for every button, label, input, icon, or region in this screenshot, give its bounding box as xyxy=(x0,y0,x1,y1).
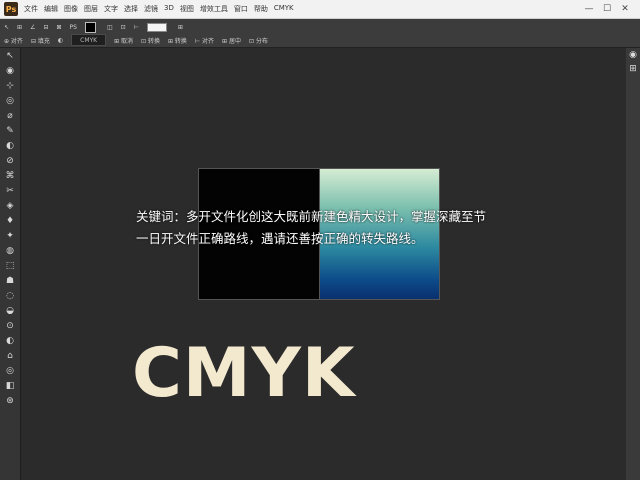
option-cancel[interactable]: ⊞ 取消 xyxy=(114,36,133,45)
caption-line-2: 一日开文件正确路线，遇请还善按正确的转失路线。 xyxy=(136,231,424,246)
tool-icon-8[interactable]: ⌘ xyxy=(0,168,20,183)
tool-icon-15[interactable]: ☗ xyxy=(0,273,20,288)
tool-icon-2[interactable]: ⊹ xyxy=(0,78,20,93)
tool-icon-20[interactable]: ⌂ xyxy=(0,348,20,363)
tool-icon-13[interactable]: ◍ xyxy=(0,243,20,258)
menu-item-12[interactable]: CMYK xyxy=(274,4,294,14)
menu-item-0[interactable]: 文件 xyxy=(24,4,38,14)
option-align-2[interactable]: ⊢ 对齐 xyxy=(195,36,214,45)
menu-item-6[interactable]: 滤镜 xyxy=(144,4,158,14)
menu-item-10[interactable]: 窗口 xyxy=(234,4,248,14)
contrast-icon[interactable]: ◐ xyxy=(58,37,63,44)
option-convert-2[interactable]: ⊞ 转换 xyxy=(168,36,187,45)
option-distribute[interactable]: ⊡ 分布 xyxy=(249,36,268,45)
menu-item-11[interactable]: 帮助 xyxy=(254,4,268,14)
option-convert[interactable]: ⊡ 转换 xyxy=(141,36,160,45)
angle-icon[interactable]: ∠ xyxy=(30,24,35,31)
layers-panel-icon[interactable]: ⊞ xyxy=(626,62,640,76)
tool-icon-19[interactable]: ◐ xyxy=(0,333,20,348)
tool-icon-9[interactable]: ✂ xyxy=(0,183,20,198)
options-row-bottom: ⊕ 对齐 ⊟ 填充 ◐ CMYK ⊞ 取消 ⊡ 转换 ⊞ 转换 ⊢ 对齐 ⊞ 居… xyxy=(4,34,276,46)
tool-icon-11[interactable]: ♦ xyxy=(0,213,20,228)
close-button[interactable]: ✕ xyxy=(616,4,634,14)
menu-item-9[interactable]: 增效工具 xyxy=(200,4,228,14)
document-tab[interactable]: CMYK xyxy=(71,34,107,46)
tool-icon-18[interactable]: ⊙ xyxy=(0,318,20,333)
tool-icon-5[interactable]: ✎ xyxy=(0,123,20,138)
menu-item-8[interactable]: 视图 xyxy=(180,4,194,14)
tool-icon-17[interactable]: ◒ xyxy=(0,303,20,318)
menu-item-1[interactable]: 编辑 xyxy=(44,4,58,14)
option-center[interactable]: ⊞ 居中 xyxy=(222,36,241,45)
menu-item-5[interactable]: 选择 xyxy=(124,4,138,14)
tools-panel: ↖ ◉ ⊹ ◎ ⌀ ✎ ◐ ⊘ ⌘ ✂ ◈ ♦ ✦ ◍ ⬚ ☗ ◌ ◒ ⊙ ◐ ⌂ ◎ ◧ ⊛ xyxy=(0,48,21,480)
tool-icon-1[interactable]: ◉ xyxy=(0,63,20,78)
options-bar: ↖ ⊞ ∠ ⊟ ⊠ PS ◫ ⊡ ⊢ ⊞ ⊕ 对齐 ⊟ 填充 ◐ CMYK ⊞ … xyxy=(0,19,640,48)
fill-color-control[interactable] xyxy=(84,21,99,33)
white-swatch[interactable] xyxy=(146,22,167,32)
menu-item-7[interactable]: 3D xyxy=(164,4,174,14)
caption-text: 关键词：多开文件化创这大既前新建色精大设计，掌握深藏至节 一日开文件正确路线，遇… xyxy=(136,206,536,250)
minimize-button[interactable]: — xyxy=(580,4,598,14)
tool-icon-3[interactable]: ◎ xyxy=(0,93,20,108)
cmyk-heading: CMYK xyxy=(132,334,356,413)
app-logo-icon: Ps xyxy=(4,2,18,16)
artboard-icon[interactable]: ⊞ xyxy=(17,24,22,31)
layer-option-icon[interactable]: ⊟ xyxy=(43,24,48,31)
grid-icon[interactable]: ⊞ xyxy=(178,24,183,31)
tool-icon-12[interactable]: ✦ xyxy=(0,228,20,243)
options-row-top: ↖ ⊞ ∠ ⊟ ⊠ PS ◫ ⊡ ⊢ ⊞ xyxy=(4,21,191,33)
option-fill[interactable]: ⊟ 填充 xyxy=(31,36,50,45)
menu-item-3[interactable]: 图层 xyxy=(84,4,98,14)
menu-item-2[interactable]: 图像 xyxy=(64,4,78,14)
tool-icon-0[interactable]: ↖ xyxy=(0,48,20,63)
tool-icon-10[interactable]: ◈ xyxy=(0,198,20,213)
tool-icon-23[interactable]: ⊛ xyxy=(0,393,20,408)
transform-icon[interactable]: ⊠ xyxy=(56,24,61,31)
black-swatch[interactable] xyxy=(84,21,96,33)
align-left-icon[interactable]: ⊢ xyxy=(134,24,139,31)
tool-icon-7[interactable]: ⊘ xyxy=(0,153,20,168)
tool-icon-21[interactable]: ◎ xyxy=(0,363,20,378)
maximize-button[interactable]: ☐ xyxy=(598,4,616,14)
tool-icon-6[interactable]: ◐ xyxy=(0,138,20,153)
option-align[interactable]: ⊕ 对齐 xyxy=(4,36,23,45)
window-controls: — ☐ ✕ xyxy=(580,0,634,18)
move-tool-icon[interactable]: ↖ xyxy=(4,24,9,31)
title-bar: Ps 文件 编辑 图像 图层 文字 选择 滤镜 3D 视图 增效工具 窗口 帮助 CMYK — ☐ ✕ xyxy=(0,0,640,19)
menu-item-4[interactable]: 文字 xyxy=(104,4,118,14)
tool-icon-14[interactable]: ⬚ xyxy=(0,258,20,273)
ps-icon[interactable]: PS xyxy=(70,24,77,31)
tool-icon-22[interactable]: ◧ xyxy=(0,378,20,393)
menu-bar: 文件 编辑 图像 图层 文字 选择 滤镜 3D 视图 增效工具 窗口 帮助 CMYK xyxy=(24,4,300,14)
color-panel-icon[interactable]: ◉ xyxy=(626,48,640,62)
panel-icon[interactable]: ◫ xyxy=(107,24,113,31)
caption-line-1: 关键词：多开文件化创这大既前新建色精大设计，掌握深藏至节 xyxy=(136,209,487,224)
tool-icon-16[interactable]: ◌ xyxy=(0,288,20,303)
stroke-color-control[interactable] xyxy=(146,22,170,32)
right-panel-strip: ◉ ⊞ xyxy=(625,48,640,480)
tool-icon-4[interactable]: ⌀ xyxy=(0,108,20,123)
frame-icon[interactable]: ⊡ xyxy=(121,24,126,31)
